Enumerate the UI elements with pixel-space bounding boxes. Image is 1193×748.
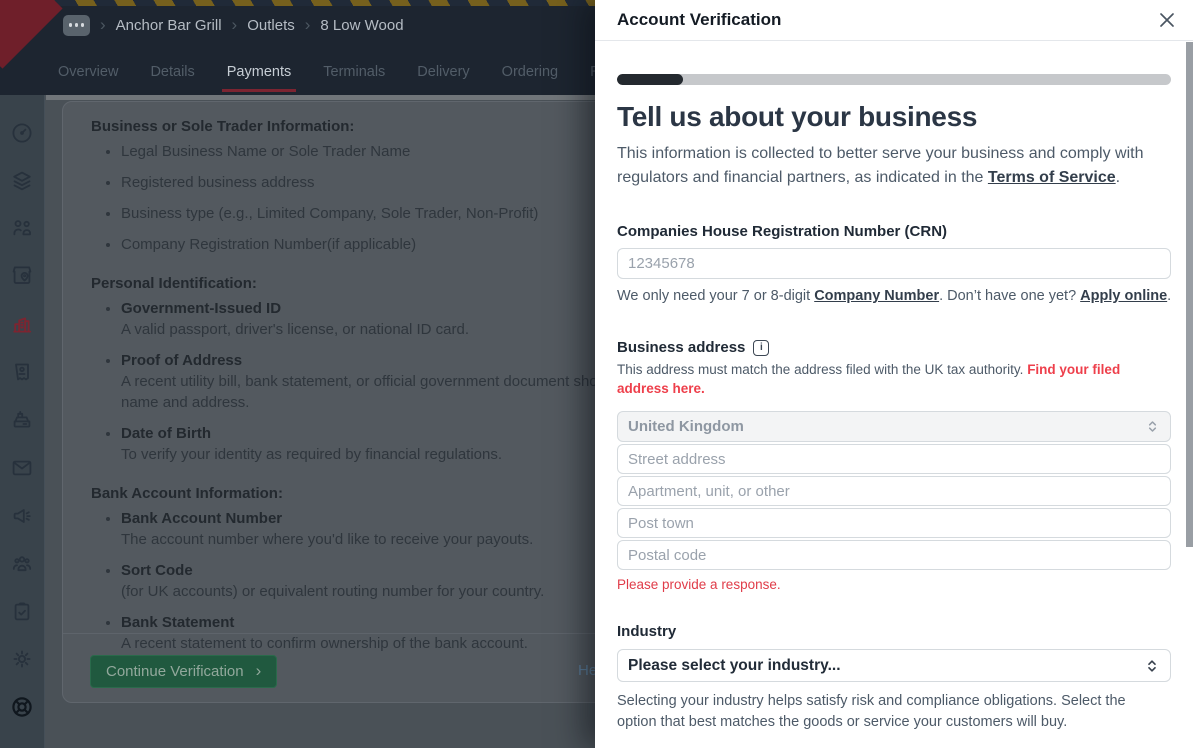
post-town-input[interactable] (617, 508, 1171, 538)
crn-hint-suffix: . (1167, 288, 1171, 304)
drawer-intro: This information is collected to better … (617, 142, 1171, 190)
breadcrumb-separator-icon: › (305, 16, 311, 35)
sidebar-item-gauge-icon[interactable] (0, 119, 44, 147)
list-item-title: Government-Issued ID (121, 300, 281, 317)
list-item-title: Bank Account Number (121, 510, 282, 527)
continue-verification-label: Continue Verification (106, 663, 244, 680)
ellipsis-icon[interactable] (63, 15, 90, 36)
list-item-title: Date of Birth (121, 425, 211, 442)
crn-hint-mid: . Don’t have one yet? (939, 288, 1080, 304)
progress-bar (617, 74, 1171, 85)
intro-line1: This information is collected to better … (617, 145, 1143, 162)
tab-bar: Overview Details Payments Terminals Delivery… (55, 48, 612, 95)
company-number-link[interactable]: Company Number (814, 288, 939, 304)
sidebar-item-layers-icon[interactable] (0, 167, 44, 195)
list-item-title: Bank Statement (121, 614, 234, 631)
close-icon[interactable] (1159, 12, 1175, 28)
tab-overview[interactable]: Overview (55, 48, 121, 95)
sidebar-nav (0, 95, 45, 748)
continue-verification-button[interactable]: Continue Verification › (90, 655, 277, 688)
list-item-title: Sort Code (121, 562, 193, 579)
crn-hint: We only need your 7 or 8-digit Company N… (617, 288, 1171, 304)
country-select[interactable]: United Kingdom (617, 411, 1171, 442)
drawer-title: Account Verification (617, 10, 781, 30)
address-hint-text: This address must match the address file… (617, 362, 1027, 377)
street-address-input[interactable] (617, 444, 1171, 474)
sidebar-item-shop-location-icon[interactable] (0, 261, 44, 289)
terms-of-service-link[interactable]: Terms of Service (988, 169, 1116, 186)
chevron-updown-icon (1145, 419, 1160, 434)
chevron-right-icon: › (256, 662, 262, 681)
industry-hint: Selecting your industry helps satisfy ri… (617, 691, 1169, 733)
drawer-body: Tell us about your business This informa… (595, 74, 1193, 733)
sidebar-item-partial-bottom-icon[interactable] (0, 740, 44, 748)
breadcrumb: › Anchor Bar Grill › Outlets › 8 Low Wood (63, 10, 404, 40)
sidebar-item-mail-icon[interactable] (0, 454, 44, 482)
sidebar-item-business-buildings-icon[interactable] (0, 310, 44, 338)
sidebar-item-tasks-clipboard-icon[interactable] (0, 598, 44, 626)
intro-suffix: . (1116, 169, 1120, 186)
settings-gear-icon (10, 647, 34, 671)
country-value: United Kingdom (628, 418, 744, 435)
intro-line2: regulators and financial partners, as in… (617, 169, 988, 186)
breadcrumb-separator-icon: › (100, 16, 106, 35)
drawer-scrollbar[interactable] (1186, 42, 1193, 547)
tab-terminals[interactable]: Terminals (320, 48, 388, 95)
sidebar-item-receipt-contact-icon[interactable] (0, 358, 44, 386)
address-hint: This address must match the address file… (617, 360, 1162, 398)
industry-select[interactable]: Please select your industry... (617, 649, 1171, 682)
shop-location-icon (10, 263, 34, 287)
tab-details[interactable]: Details (147, 48, 197, 95)
mail-icon (10, 456, 34, 480)
industry-value: Please select your industry... (628, 657, 841, 675)
sidebar-item-megaphone-icon[interactable] (0, 502, 44, 530)
sidebar-item-settings-gear-icon[interactable] (0, 645, 44, 673)
tab-ordering[interactable]: Ordering (499, 48, 561, 95)
tab-payments[interactable]: Payments (224, 48, 294, 95)
chevron-updown-icon (1144, 658, 1160, 674)
help-ring-icon (10, 695, 34, 719)
gauge-icon (10, 121, 34, 145)
sidebar-item-help-ring-icon[interactable] (0, 693, 44, 721)
app-root: › Anchor Bar Grill › Outlets › 8 Low Wood Ove… (0, 0, 1193, 748)
cash-register-icon (10, 407, 34, 431)
customers-icon (10, 216, 34, 240)
business-address-label: Business address (617, 339, 745, 356)
team-icon (10, 552, 34, 576)
sidebar-item-team-icon[interactable] (0, 550, 44, 578)
business-buildings-icon (10, 312, 34, 336)
address-error-text: Please provide a response. (617, 577, 1171, 592)
breadcrumb-separator-icon: › (232, 16, 238, 35)
breadcrumb-item[interactable]: 8 Low Wood (320, 17, 403, 34)
drawer-heading: Tell us about your business (617, 101, 1171, 133)
receipt-contact-icon (10, 360, 34, 384)
crn-input[interactable] (617, 248, 1171, 279)
breadcrumb-item[interactable]: Outlets (247, 17, 295, 34)
partial-bottom-icon (10, 742, 34, 748)
postal-code-input[interactable] (617, 540, 1171, 570)
breadcrumb-item[interactable]: Anchor Bar Grill (116, 17, 222, 34)
sidebar-item-customers-icon[interactable] (0, 214, 44, 242)
crn-hint-text: We only need your 7 or 8-digit (617, 288, 814, 304)
sidebar-item-cash-register-icon[interactable] (0, 405, 44, 433)
progress-fill (617, 74, 683, 85)
list-item-title: Proof of Address (121, 352, 242, 369)
tasks-clipboard-icon (10, 600, 34, 624)
industry-label: Industry (617, 623, 1171, 640)
megaphone-icon (10, 504, 34, 528)
drawer-header: Account Verification (595, 0, 1193, 41)
apply-online-link[interactable]: Apply online (1080, 288, 1167, 304)
apartment-input[interactable] (617, 476, 1171, 506)
layers-icon (10, 169, 34, 193)
account-verification-drawer: Account Verification Tell us about your … (595, 0, 1193, 748)
info-icon[interactable]: i (753, 340, 769, 356)
tab-delivery[interactable]: Delivery (414, 48, 472, 95)
crn-label: Companies House Registration Number (CRN… (617, 223, 1171, 240)
